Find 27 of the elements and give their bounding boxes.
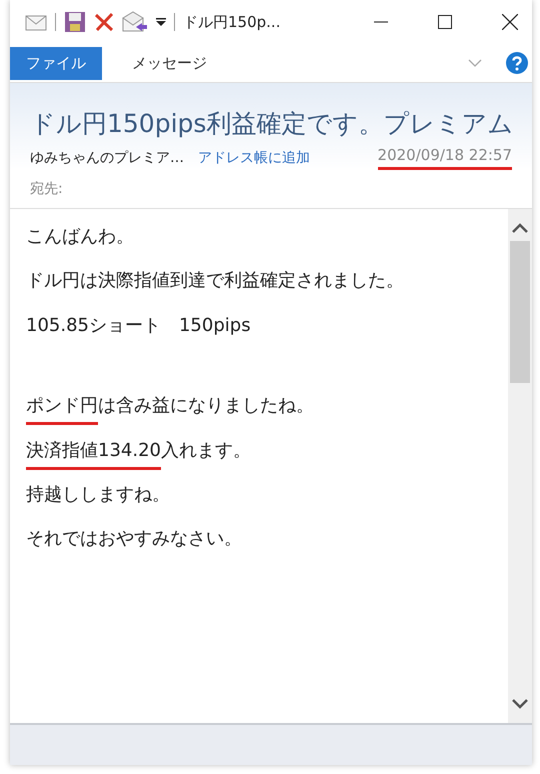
message-paragraph: 持越ししますね。 xyxy=(26,482,171,507)
message-paragraph: それではおやすみなさい。 xyxy=(26,527,243,552)
message-paragraph: ポンド円は含み益になりましたね。 xyxy=(26,394,508,427)
sent-date: 2020/09/18 22:57 xyxy=(378,146,512,170)
message-paragraph: 105.85ショート 150pips xyxy=(26,314,252,338)
save-icon[interactable] xyxy=(64,11,86,33)
ribbon-tab[interactable]: メッセージ xyxy=(112,46,227,80)
scrollbar-thumb[interactable] xyxy=(510,241,530,383)
help-icon[interactable] xyxy=(506,52,528,74)
message-paragraph: こんばんわ。 xyxy=(26,225,135,249)
close-icon[interactable] xyxy=(502,14,518,30)
message-paragraph: ドル円は決際指値到達で利益確定されました。 xyxy=(26,269,405,294)
scroll-up-icon[interactable] xyxy=(512,223,528,233)
to-label: 宛先: xyxy=(30,180,64,198)
scrollbar[interactable] xyxy=(508,209,532,723)
delete-icon[interactable] xyxy=(94,12,114,32)
maximize-icon[interactable] xyxy=(438,15,452,29)
subject-heading: ドル円150pips利益確定です。プレミアム xyxy=(30,108,512,140)
message-paragraph: 決済指値134.20入れます。 xyxy=(26,438,508,471)
dropdown-icon[interactable] xyxy=(156,17,166,27)
envelope-icon[interactable] xyxy=(25,13,47,31)
scroll-down-icon[interactable] xyxy=(512,699,528,709)
sender-name[interactable]: ゆみちゃんのプレミア… xyxy=(30,149,184,167)
ribbon-tab[interactable]: ファイル xyxy=(10,46,102,80)
mail-arrow-icon[interactable] xyxy=(122,11,148,33)
window-title: ドル円150p... xyxy=(183,12,280,32)
add-contact-link[interactable]: アドレス帳に追加 xyxy=(198,149,310,167)
